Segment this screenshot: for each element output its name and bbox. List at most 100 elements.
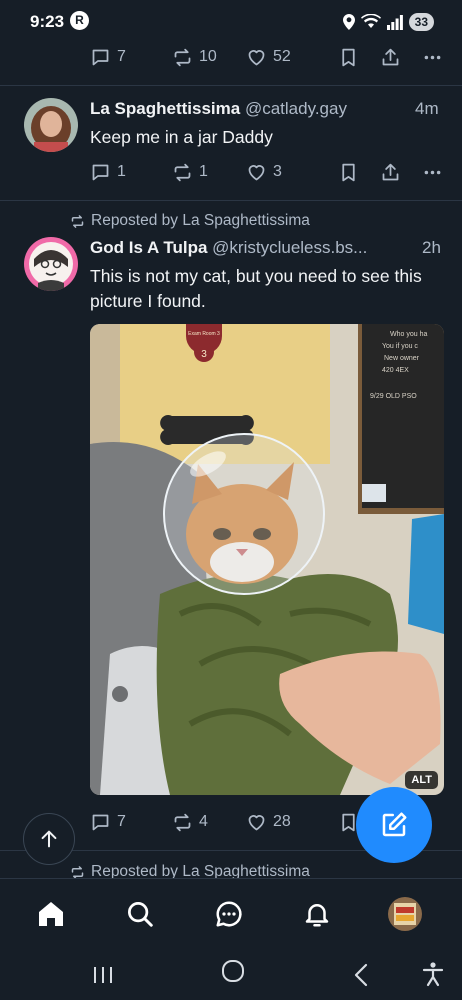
nav-home[interactable] (34, 897, 68, 931)
nav-notifications[interactable] (300, 897, 334, 931)
author-display-name[interactable]: God Is A Tulpa (90, 238, 207, 257)
repost-icon (174, 48, 191, 66)
repost-button[interactable]: 10 (172, 47, 246, 68)
home-button[interactable] (221, 958, 245, 989)
app-notification-icon: R (70, 11, 89, 30)
wifi-icon (360, 14, 381, 28)
author-handle[interactable]: @catlady.gay (245, 99, 347, 118)
system-navigation-bar (0, 950, 462, 1000)
repost-count: 4 (199, 813, 208, 830)
user-avatar-photo (24, 98, 78, 152)
like-count: 28 (273, 813, 291, 830)
svg-text:3: 3 (201, 349, 207, 360)
heart-icon (248, 164, 265, 180)
bell-icon (305, 904, 329, 927)
post-timestamp[interactable]: 2h (422, 238, 441, 258)
more-options-button[interactable] (422, 162, 443, 183)
repost-icon (174, 813, 191, 831)
share-icon (382, 48, 399, 65)
user-avatar-cartoon (24, 237, 78, 291)
avatar[interactable] (24, 98, 78, 152)
bookmark-icon (342, 163, 355, 181)
reply-count: 1 (117, 163, 126, 180)
compose-post-button[interactable] (356, 787, 432, 863)
repost-label: Reposted by La Spaghettissima (91, 212, 310, 229)
chalkboard-line: 9/29 OLD PSO (370, 393, 417, 400)
back-button[interactable] (352, 963, 370, 992)
post-text: This is not my cat, but you need to see … (90, 266, 422, 311)
post-divider (0, 85, 462, 86)
chalkboard-line: New owner (384, 355, 420, 362)
reply-icon (92, 164, 109, 180)
repost-button[interactable]: 1 (172, 162, 246, 183)
like-count: 3 (273, 163, 282, 180)
post-author-line: God Is A Tulpa @kristyclueless.bs... (90, 238, 415, 258)
author-handle[interactable]: @kristyclueless.bs... (212, 238, 367, 257)
alt-text-badge[interactable]: ALT (405, 771, 438, 789)
profile-avatar-image (388, 897, 422, 931)
bookmark-button[interactable] (338, 162, 380, 183)
nav-chat[interactable] (212, 897, 246, 931)
repost-icon (174, 163, 191, 181)
heart-icon (248, 49, 265, 65)
arrow-up-icon (41, 830, 57, 848)
recent-apps-button[interactable] (92, 964, 114, 991)
chalkboard-line: Who you ha (390, 331, 427, 338)
more-dots-icon (424, 170, 441, 174)
accessibility-button[interactable] (422, 961, 444, 992)
author-display-name[interactable]: La Spaghettissima (90, 99, 240, 118)
repost-icon (71, 214, 84, 228)
recent-apps-icon (94, 967, 112, 983)
post-author-line: La Spaghettissima @catlady.gay (90, 99, 390, 119)
back-chevron-icon (354, 963, 368, 987)
repost-button[interactable]: 4 (172, 812, 246, 833)
home-circle-icon (222, 960, 244, 982)
previous-post-actions: 7 10 52 (90, 43, 450, 71)
bookmark-icon (342, 48, 355, 66)
chalkboard-line: You if you c (382, 343, 418, 350)
share-button[interactable] (380, 47, 422, 68)
like-button[interactable]: 3 (246, 162, 338, 183)
nav-profile[interactable] (388, 897, 422, 931)
reply-button[interactable]: 1 (90, 162, 172, 183)
reply-button[interactable]: 7 (90, 812, 172, 833)
status-time: 9:23 (30, 12, 65, 31)
more-dots-icon (424, 55, 441, 59)
chalkboard-line: 420 4EX (382, 367, 409, 374)
heart-icon (248, 814, 265, 830)
reply-count: 7 (117, 813, 126, 830)
post-timestamp[interactable]: 4m (415, 99, 439, 119)
like-count: 52 (273, 48, 291, 65)
more-options-button[interactable] (422, 47, 443, 68)
status-bar: 9:23 R 33 (0, 0, 462, 44)
battery-indicator: 33 (408, 13, 434, 31)
reply-icon (92, 814, 109, 830)
signal-icon (386, 15, 403, 30)
nav-search[interactable] (123, 897, 157, 931)
share-button[interactable] (380, 162, 422, 183)
bookmark-button[interactable] (338, 47, 380, 68)
search-icon (128, 902, 153, 927)
repost-count: 1 (199, 163, 208, 180)
post-text: Keep me in a jar Daddy (90, 127, 273, 147)
status-right-icons: 33 (342, 12, 434, 32)
post-actions: 1 1 3 (90, 158, 450, 186)
post-image[interactable]: 3 Exam Room 3 Who you ha You if you c Ne… (90, 324, 444, 795)
reply-icon (92, 49, 109, 65)
bottom-navigation (0, 878, 462, 950)
cat-in-bubble-photo: 3 Exam Room 3 Who you ha You if you c Ne… (90, 324, 444, 795)
share-icon (382, 163, 399, 180)
accessibility-icon (422, 962, 444, 987)
avatar[interactable] (24, 237, 78, 291)
compose-pencil-icon (382, 812, 407, 837)
location-icon (342, 14, 355, 30)
chat-bubble-icon (216, 901, 242, 927)
like-button[interactable]: 28 (246, 812, 338, 833)
reply-button[interactable]: 7 (90, 47, 172, 68)
like-button[interactable]: 52 (246, 47, 338, 68)
repost-attribution[interactable]: Reposted by La Spaghettissima (70, 212, 310, 230)
home-icon (39, 902, 63, 926)
post-divider (0, 200, 462, 201)
scroll-to-top-button[interactable] (23, 813, 75, 865)
exam-room-sign-text: Exam Room 3 (188, 331, 220, 337)
